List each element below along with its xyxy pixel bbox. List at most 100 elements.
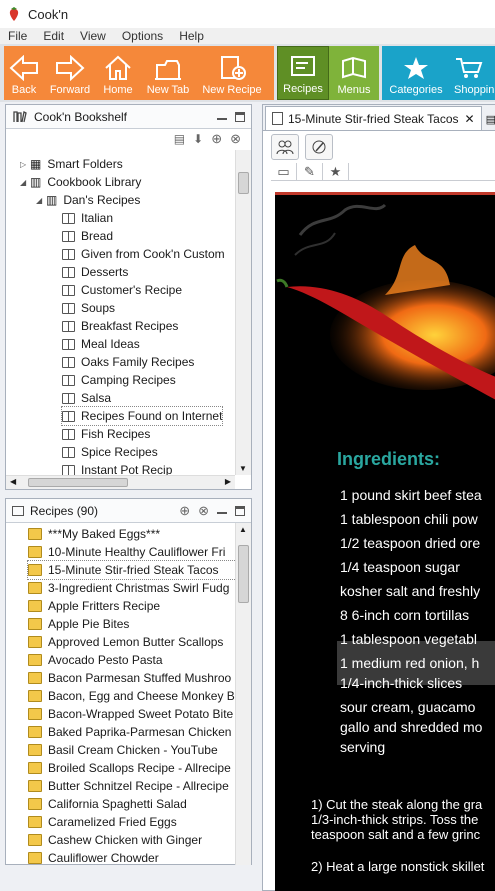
- home-button[interactable]: Home: [96, 46, 140, 100]
- recipe-icon: [28, 798, 42, 810]
- bookshelf-vscroll[interactable]: ▼: [235, 150, 251, 475]
- back-button[interactable]: Back: [4, 46, 44, 100]
- cookbook-item[interactable]: Italian: [62, 209, 113, 227]
- edit-mode-tab[interactable]: ✎: [297, 162, 323, 181]
- tree-cookbook-library[interactable]: ◢ ▥ Cookbook Library: [20, 173, 141, 191]
- add-recipe-icon[interactable]: ⊕: [179, 503, 190, 519]
- recipe-list-item[interactable]: ***My Baked Eggs***: [28, 525, 235, 543]
- add-icon[interactable]: ⊕: [211, 131, 222, 147]
- maximize-icon[interactable]: [235, 505, 245, 516]
- tab-dropdown-icon[interactable]: ▤: [486, 113, 495, 126]
- recipe-card: Ingredients: 1 pound skirt beef stea 1 ta…: [275, 192, 495, 891]
- recipe-icon: [28, 690, 42, 702]
- tree-smart-folders[interactable]: ▷ ▦ Smart Folders: [20, 155, 123, 173]
- download-icon[interactable]: ⬇: [193, 132, 203, 146]
- cookbook-item[interactable]: Salsa: [62, 389, 111, 407]
- recipe-list-item[interactable]: Basil Cream Chicken - YouTube: [28, 741, 235, 759]
- cookbook-item[interactable]: Soups: [62, 299, 115, 317]
- edit-image-button[interactable]: [305, 134, 333, 160]
- recipe-list-item[interactable]: 10-Minute Healthy Cauliflower Fri: [28, 543, 235, 561]
- menu-view[interactable]: View: [80, 29, 106, 43]
- cookbook-properties-icon[interactable]: ▤: [174, 132, 185, 146]
- recipe-icon: [28, 726, 42, 738]
- scroll-thumb[interactable]: [238, 172, 249, 194]
- scroll-thumb[interactable]: [238, 545, 249, 603]
- recipe-label: Apple Pie Bites: [48, 617, 130, 631]
- recipe-list-item[interactable]: Avocado Pesto Pasta: [28, 651, 235, 669]
- recipe-list-item[interactable]: Apple Pie Bites: [28, 615, 235, 633]
- cookbook-item[interactable]: Oaks Family Recipes: [62, 353, 194, 371]
- cookbook-item[interactable]: Spice Recipes: [62, 443, 158, 461]
- recipe-list-item[interactable]: California Spaghetti Salad: [28, 795, 235, 813]
- close-icon[interactable]: ✕: [465, 112, 475, 126]
- recipe-list-item[interactable]: Cauliflower Chowder: [28, 849, 235, 865]
- view-mode-tab[interactable]: ▭: [271, 162, 297, 181]
- cookbook-icon: [62, 356, 75, 368]
- remove-icon[interactable]: ⊗: [230, 131, 241, 147]
- scroll-left-icon[interactable]: ◀: [10, 477, 16, 486]
- menus-button[interactable]: Menus: [329, 46, 379, 100]
- menu-file[interactable]: File: [8, 29, 27, 43]
- bookshelf-hscroll[interactable]: ◀ ▶: [6, 475, 235, 489]
- cookbook-icon: [62, 266, 75, 278]
- new-recipe-button[interactable]: New Recipe: [196, 46, 268, 100]
- expand-icon[interactable]: ▷: [20, 160, 30, 169]
- cookbook-label: Salsa: [81, 391, 112, 405]
- minimize-icon[interactable]: [217, 114, 227, 120]
- recipe-list-item[interactable]: Approved Lemon Butter Scallops: [28, 633, 235, 651]
- recipe-icon: [28, 618, 42, 630]
- collapse-icon[interactable]: ◢: [36, 196, 46, 205]
- minimize-icon[interactable]: [217, 508, 227, 514]
- cookbook-item[interactable]: Desserts: [62, 263, 128, 281]
- recipe-list-item[interactable]: Butter Schnitzel Recipe - Allrecipe: [28, 777, 235, 795]
- new-tab-button[interactable]: New Tab: [140, 46, 196, 100]
- recipes-button[interactable]: Recipes: [277, 46, 329, 100]
- new-recipe-icon: [221, 56, 246, 80]
- cookbook-item[interactable]: Meal Ideas: [62, 335, 140, 353]
- menu-options[interactable]: Options: [122, 29, 163, 43]
- cookbook-item[interactable]: Breakfast Recipes: [62, 317, 178, 335]
- recipe-list-item[interactable]: Bacon, Egg and Cheese Monkey B: [28, 687, 235, 705]
- cookbook-item[interactable]: Camping Recipes: [62, 371, 176, 389]
- recipe-label: Bacon, Egg and Cheese Monkey B: [48, 689, 235, 703]
- recipe-label: Caramelized Fried Eggs: [48, 815, 177, 829]
- recipes-vscroll[interactable]: ▲: [235, 523, 251, 865]
- recipe-list-item[interactable]: Bacon Parmesan Stuffed Mushroo: [28, 669, 235, 687]
- hscroll-thumb[interactable]: [28, 478, 128, 487]
- cookbook-label: Oaks Family Recipes: [81, 355, 195, 369]
- forward-button[interactable]: Forward: [44, 46, 96, 100]
- collapse-icon[interactable]: ◢: [20, 178, 30, 187]
- maximize-icon[interactable]: [235, 111, 245, 122]
- recipe-list-item[interactable]: 3-Ingredient Christmas Swirl Fudg: [28, 579, 235, 597]
- cookbook-item[interactable]: Bread: [62, 227, 113, 245]
- cookbook-item[interactable]: Fish Recipes: [62, 425, 150, 443]
- scroll-down-icon[interactable]: ▼: [239, 464, 247, 473]
- recipe-list-item[interactable]: Broiled Scallops Recipe - Allrecipe: [28, 759, 235, 777]
- menu-edit[interactable]: Edit: [43, 29, 64, 43]
- ingredient-line: 1 tablespoon chili pow: [340, 511, 478, 527]
- direction-line: 1) Cut the steak along the gra: [311, 797, 483, 812]
- recipe-list-item[interactable]: Baked Paprika-Parmesan Chicken: [28, 723, 235, 741]
- shopping-button[interactable]: Shoppin: [450, 46, 495, 100]
- tree-dans-recipes[interactable]: ◢ ▥ Dan's Recipes: [36, 191, 140, 209]
- remove-recipe-icon[interactable]: ⊗: [198, 503, 209, 519]
- recipe-list-item[interactable]: Bacon-Wrapped Sweet Potato Bite: [28, 705, 235, 723]
- categories-button[interactable]: Categories: [382, 46, 450, 100]
- scroll-right-icon[interactable]: ▶: [225, 477, 231, 486]
- cookbook-item[interactable]: Instant Pot Recip: [62, 461, 172, 475]
- navigation-group: Back Forward Home New Tab New Recipe: [4, 46, 274, 100]
- recipe-list-item[interactable]: Apple Fritters Recipe: [28, 597, 235, 615]
- recipe-list-item[interactable]: Caramelized Fried Eggs: [28, 813, 235, 831]
- cookbook-icon: [62, 392, 75, 404]
- tab-recipe[interactable]: 15-Minute Stir-fried Steak Tacos ✕: [265, 106, 482, 130]
- recipe-list-item[interactable]: Cashew Chicken with Ginger: [28, 831, 235, 849]
- menu-help[interactable]: Help: [179, 29, 204, 43]
- people-button[interactable]: [271, 134, 299, 160]
- cookbook-item[interactable]: Recipes Found on Internet: [60, 406, 224, 426]
- recipe-list-item[interactable]: 15-Minute Stir-fried Steak Tacos: [27, 560, 235, 580]
- recipe-icon: [28, 762, 42, 774]
- cookbook-item[interactable]: Customer's Recipe: [62, 281, 182, 299]
- rating-mode-tab[interactable]: ★: [323, 162, 349, 181]
- scroll-up-icon[interactable]: ▲: [239, 525, 247, 534]
- cookbook-item[interactable]: Given from Cook'n Custom: [62, 245, 225, 263]
